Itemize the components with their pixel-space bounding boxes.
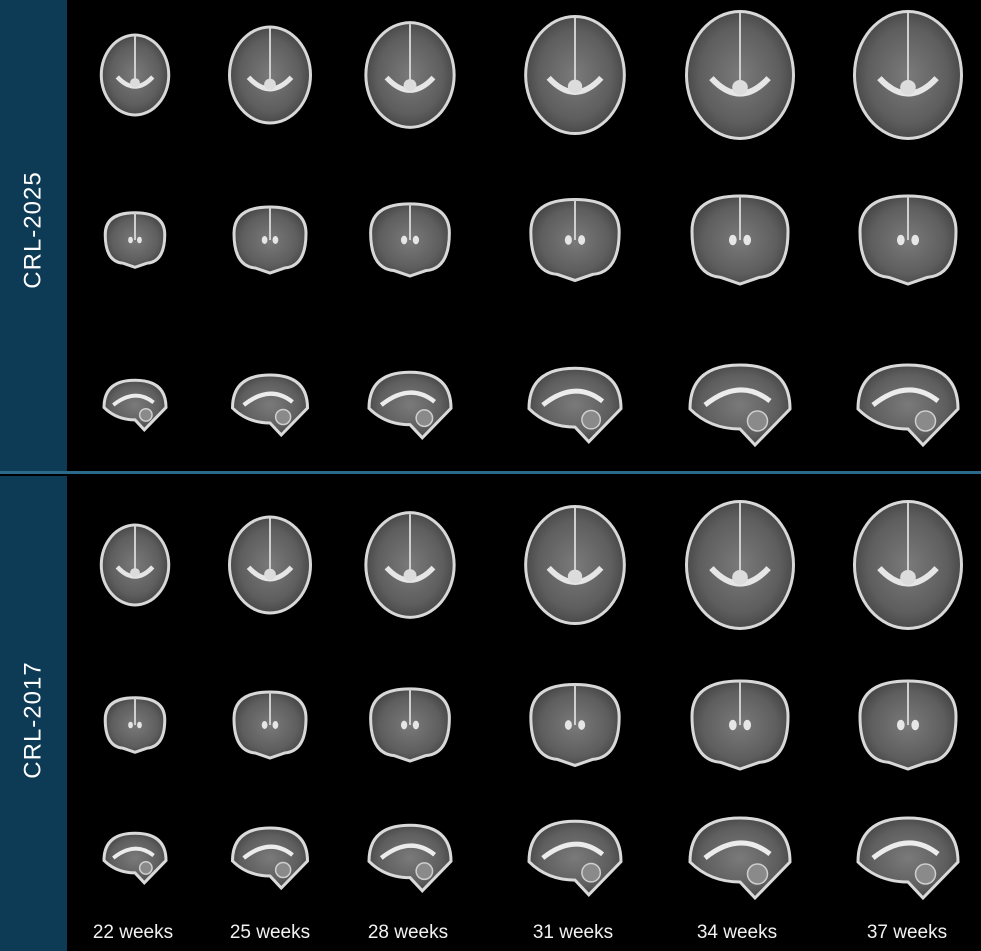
mri-sagittal-scan — [856, 816, 960, 901]
mri-sagittal-scan — [102, 378, 168, 432]
mri-axial-scan — [685, 500, 795, 630]
mri-sagittal-scan — [367, 823, 453, 893]
mri-sagittal-scan — [527, 819, 623, 897]
mri-sagittal-scan — [688, 816, 792, 901]
mri-coronal-scan — [369, 202, 451, 278]
mri-coronal-scan — [690, 679, 790, 771]
mri-coronal-scan — [690, 194, 790, 286]
mri-coronal-scan — [103, 696, 167, 754]
mri-axial-scan — [364, 511, 456, 619]
mri-coronal-scan — [369, 687, 451, 763]
mri-sagittal-scan — [688, 363, 792, 448]
mri-coronal-scan — [529, 198, 621, 283]
week-label: 22 weeks — [92, 922, 174, 943]
mri-axial-scan — [228, 515, 312, 615]
mri-axial-scan — [524, 14, 626, 136]
mri-axial-scan — [524, 504, 626, 626]
mri-sagittal-scan — [856, 363, 960, 448]
week-label: 28 weeks — [367, 922, 449, 943]
mri-sagittal-scan — [527, 366, 623, 444]
mri-axial-scan — [685, 10, 795, 140]
week-label: 37 weeks — [866, 922, 948, 943]
mri-axial-scan — [99, 33, 171, 117]
mri-axial-scan — [228, 25, 312, 125]
mri-grid — [99, 10, 963, 901]
mri-axial-scan — [853, 500, 963, 630]
week-label: 34 weeks — [696, 922, 778, 943]
mri-sagittal-scan — [230, 373, 310, 438]
week-label: 25 weeks — [229, 922, 311, 943]
mri-coronal-scan — [858, 194, 958, 286]
mri-axial-scan — [99, 523, 171, 607]
mri-axial-scan — [364, 21, 456, 129]
mri-sagittal-scan — [367, 370, 453, 440]
mri-coronal-scan — [232, 205, 308, 275]
mri-coronal-scan — [103, 211, 167, 269]
mri-coronal-scan — [232, 690, 308, 760]
mri-coronal-scan — [858, 679, 958, 771]
week-label: 31 weeks — [532, 922, 614, 943]
mri-sagittal-scan — [230, 826, 310, 891]
mri-axial-scan — [853, 10, 963, 140]
mri-sagittal-scan — [102, 831, 168, 885]
mri-coronal-scan — [529, 683, 621, 768]
